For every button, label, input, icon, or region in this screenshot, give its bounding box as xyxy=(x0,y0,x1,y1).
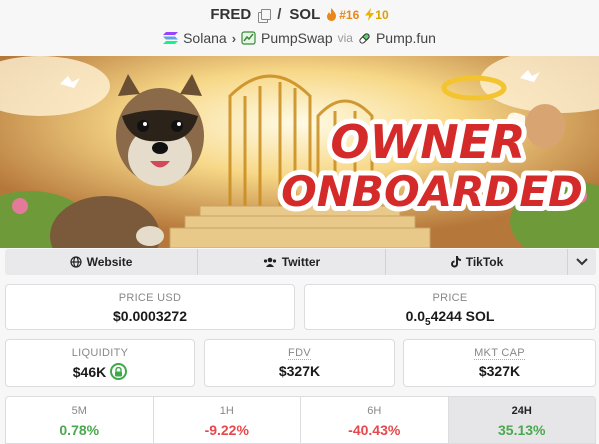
liquidity-value-row: $46K xyxy=(6,363,194,380)
tab-1h[interactable]: 1H -9.22% xyxy=(154,397,301,443)
lock-icon[interactable] xyxy=(110,363,128,380)
mktcap-label-wrap: MKT CAP xyxy=(404,347,595,360)
fdv-value: $327K xyxy=(278,363,321,379)
chain-link[interactable]: Solana xyxy=(183,30,227,46)
tab-6h[interactable]: 6H -40.43% xyxy=(301,397,449,443)
liquidity-value: $46K xyxy=(72,363,107,380)
twitter-button[interactable]: Twitter xyxy=(198,249,386,275)
price-native-value: 0.054244 SOL xyxy=(305,308,595,328)
pair-header: FRED / SOL #16 10 Solana › PumpSwap via … xyxy=(0,0,599,56)
mktcap-card: MKT CAP $327K xyxy=(403,339,596,387)
breadcrumb: Solana › PumpSwap via Pump.fun xyxy=(0,30,599,46)
price-usd-card: PRICE USD $0.0003272 xyxy=(5,284,295,330)
price-native-label: PRICE xyxy=(432,292,468,304)
pair-title: FRED / SOL #16 10 xyxy=(0,6,599,23)
dex-link[interactable]: PumpSwap xyxy=(261,30,333,46)
liquidity-label: LIQUIDITY xyxy=(71,347,129,359)
token-symbol: FRED xyxy=(210,6,252,23)
launchpad-link[interactable]: Pump.fun xyxy=(376,30,436,46)
chevron-right-icon: › xyxy=(231,30,237,46)
lightning-icon xyxy=(365,8,375,21)
copy-icon[interactable] xyxy=(258,8,272,23)
price-usd-value: $0.0003272 xyxy=(113,308,187,324)
fdv-label-wrap: FDV xyxy=(205,347,394,360)
website-button[interactable]: Website xyxy=(5,249,198,275)
pair-separator: / xyxy=(277,6,282,23)
trending-rank[interactable]: #16 xyxy=(326,8,359,22)
fdv-card: FDV $327K xyxy=(204,339,395,387)
banner-line1: OWNER xyxy=(330,115,525,169)
globe-icon xyxy=(69,256,82,268)
tab-5m-label: 5M xyxy=(71,405,87,417)
social-links: Website Twitter TikTok xyxy=(5,249,596,275)
tab-1h-label: 1H xyxy=(219,405,234,417)
boost-value: 10 xyxy=(375,7,389,22)
website-label: Website xyxy=(86,255,133,269)
banner-image: OWNER OWNER ONBOARDED ONBOARDED xyxy=(0,56,599,248)
tab-24h-label: 24H xyxy=(511,405,532,417)
mktcap-label[interactable]: MKT CAP xyxy=(474,347,525,360)
via-label: via xyxy=(337,31,353,45)
mktcap-value: $327K xyxy=(478,363,521,379)
pill-icon xyxy=(359,32,370,44)
price-native-card: PRICE 0.054244 SOL xyxy=(304,284,596,330)
chevron-down-icon xyxy=(576,258,588,266)
tab-1h-change: -9.22% xyxy=(204,422,249,438)
tab-6h-change: -40.43% xyxy=(348,422,401,438)
rank-value: #16 xyxy=(339,7,360,22)
twitter-label: Twitter xyxy=(281,255,321,269)
tab-24h[interactable]: 24H 35.13% xyxy=(448,397,595,443)
users-icon xyxy=(263,257,276,267)
tab-5m[interactable]: 5M 0.78% xyxy=(6,397,154,443)
tiktok-button[interactable]: TikTok xyxy=(386,249,568,275)
token-banner: OWNER OWNER ONBOARDED ONBOARDED xyxy=(0,56,599,248)
tab-24h-change: 35.13% xyxy=(498,422,546,438)
price-zero-count: 5 xyxy=(425,317,431,328)
flame-icon xyxy=(327,8,337,21)
tiktok-icon xyxy=(450,256,461,268)
more-links-button[interactable] xyxy=(568,249,596,275)
price-usd-label: PRICE USD xyxy=(118,292,182,304)
fdv-label[interactable]: FDV xyxy=(288,347,311,360)
liquidity-card: LIQUIDITY $46K xyxy=(5,339,195,387)
tab-5m-change: 0.78% xyxy=(59,422,100,438)
solana-icon xyxy=(163,32,179,44)
price-suffix: 4244 SOL xyxy=(430,308,495,324)
quote-symbol: SOL xyxy=(289,6,321,23)
price-prefix: 0.0 xyxy=(405,308,426,324)
pumpswap-icon xyxy=(241,31,256,45)
banner-line2: ONBOARDED xyxy=(281,167,583,216)
padlock-glyph xyxy=(115,366,123,376)
boost-badge[interactable]: 10 xyxy=(365,7,389,22)
tab-6h-label: 6H xyxy=(367,405,382,417)
tiktok-label: TikTok xyxy=(465,255,504,269)
timeframe-tabs: 5M 0.78% 1H -9.22% 6H -40.43% 24H 35.13% xyxy=(5,396,596,444)
